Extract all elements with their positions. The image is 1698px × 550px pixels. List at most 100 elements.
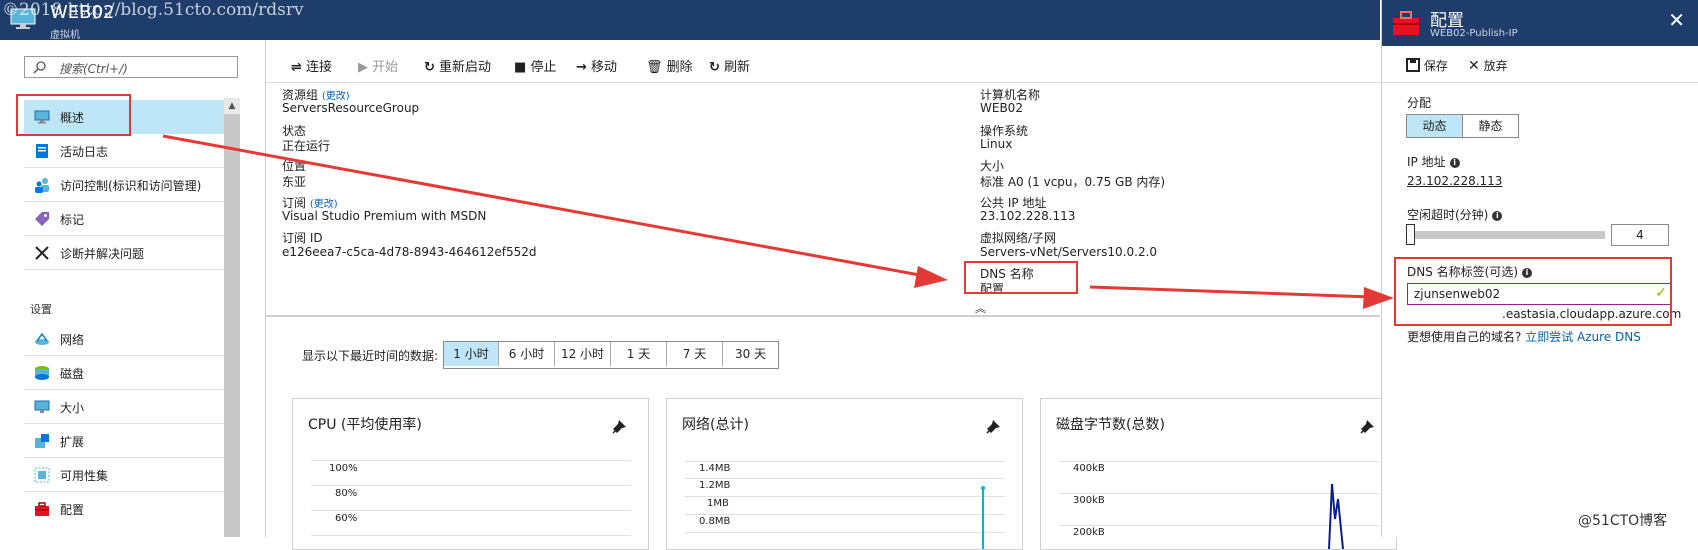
chart-title: 网络(总计) <box>682 417 749 433</box>
time-range-label: 显示以下最近时间的数据: <box>302 349 439 363</box>
gridline <box>311 460 631 461</box>
subscription-value[interactable]: Visual Studio Premium with MSDN <box>282 209 486 223</box>
time-1d-button[interactable]: 1 天 <box>611 342 667 366</box>
time-1h-button[interactable]: 1 小时 <box>444 342 499 366</box>
blade-subtitle: WEB02-Publish-IP <box>1430 28 1518 39</box>
sidebar-item-diagnose[interactable]: 诊断并解决问题 <box>24 236 224 270</box>
gridline <box>685 478 1005 479</box>
public-ip-value[interactable]: 23.102.228.113 <box>980 209 1075 223</box>
pin-icon[interactable] <box>1358 418 1376 436</box>
gridline <box>685 514 1005 515</box>
discard-button[interactable]: ✕ 放弃 <box>1468 57 1508 74</box>
ip-address-value[interactable]: 23.102.228.113 <box>1407 174 1502 188</box>
stop-icon: ■ <box>514 60 527 75</box>
y-tick: 60% <box>335 513 358 524</box>
save-icon <box>1406 58 1420 72</box>
y-tick: 1.2MB <box>699 480 731 491</box>
y-tick: 80% <box>335 488 358 499</box>
network-series-line <box>981 486 985 549</box>
disk-icon <box>35 366 49 380</box>
gridline <box>1059 461 1379 462</box>
idle-timeout-input[interactable]: 4 <box>1611 224 1669 246</box>
sidebar-item-label: 活动日志 <box>60 145 109 159</box>
chart-title: 磁盘字节数(总数) <box>1056 417 1165 433</box>
sidebar-item-access-control[interactable]: 访问控制(标识和访问管理) <box>24 168 224 202</box>
pin-icon[interactable] <box>984 418 1002 436</box>
search-input[interactable]: 搜索(Ctrl+/) <box>24 56 238 78</box>
sidebar-item-availability-set[interactable]: 可用性集 <box>24 458 224 492</box>
computer-name-value: WEB02 <box>980 101 1023 115</box>
azure-dns-link[interactable]: 立即尝试 Azure DNS <box>1525 330 1641 344</box>
gridline <box>685 532 1005 533</box>
size-icon <box>34 400 50 413</box>
highlight-dns-box <box>964 261 1078 294</box>
delete-button[interactable]: 🗑 删除 <box>646 56 693 75</box>
trash-icon: 🗑 <box>646 60 663 75</box>
essentials-divider <box>266 315 1380 317</box>
time-7d-button[interactable]: 7 天 <box>667 342 723 366</box>
location-value: 东亚 <box>282 175 307 189</box>
resource-group-value[interactable]: ServersResourceGroup <box>282 101 419 115</box>
sidebar-item-networking[interactable]: 网络 <box>24 322 224 356</box>
info-icon[interactable]: i <box>1492 210 1503 221</box>
sidebar-scrollbar[interactable] <box>224 98 240 537</box>
sidebar-item-size[interactable]: 大小 <box>24 390 224 424</box>
connect-button[interactable]: ⇌ 连接 <box>291 56 332 75</box>
users-icon <box>35 178 49 193</box>
vnet-value[interactable]: Servers-vNet/Servers10.0.2.0 <box>980 245 1157 259</box>
assignment-dynamic-button[interactable]: 动态 <box>1407 115 1463 137</box>
pin-icon[interactable] <box>610 418 628 436</box>
time-12h-button[interactable]: 12 小时 <box>555 342 611 366</box>
assignment-static-button[interactable]: 静态 <box>1463 115 1518 137</box>
close-icon[interactable]: ✕ <box>1668 8 1685 32</box>
blog-watermark: ©2018 http://blog.51cto.com/rdsrv <box>2 0 304 20</box>
sidebar-item-label: 磁盘 <box>60 367 85 381</box>
location-label: 位置 <box>282 159 307 173</box>
disk-chart-card[interactable]: 磁盘字节数(总数) 400kB 300kB 200kB <box>1040 398 1397 550</box>
restart-button[interactable]: ↻ 重新启动 <box>424 56 491 75</box>
extension-icon <box>35 434 49 448</box>
scroll-up-icon[interactable]: ▲ <box>224 98 240 114</box>
search-placeholder: 搜索(Ctrl+/) <box>59 62 128 76</box>
connect-icon: ⇌ <box>291 60 302 75</box>
disk-series-line <box>1328 483 1344 549</box>
vm-subtitle: 虚拟机 <box>50 30 80 41</box>
move-button[interactable]: → 移动 <box>576 56 617 75</box>
sidebar-item-label: 大小 <box>60 401 85 415</box>
stop-button[interactable]: ■ 停止 <box>514 56 556 75</box>
sidebar-item-configuration[interactable]: 配置 <box>24 492 224 526</box>
y-tick: 200kB <box>1073 527 1105 538</box>
time-30d-button[interactable]: 30 天 <box>723 342 778 366</box>
subscription-id-value: e126eea7-c5ca-4d78-8943-464612ef552d <box>282 245 537 259</box>
highlight-dns-label-box <box>1394 257 1672 326</box>
settings-section-header: 设置 <box>30 303 52 316</box>
network-chart-card[interactable]: 网络(总计) 1.4MB 1.2MB 1MB 0.8MB <box>666 398 1023 550</box>
toolbox-icon <box>1393 11 1419 35</box>
save-button[interactable]: 保存 <box>1406 57 1448 74</box>
y-tick: 0.8MB <box>699 516 731 527</box>
sidebar-item-activity-log[interactable]: 活动日志 <box>24 134 224 168</box>
info-icon[interactable]: i <box>1449 157 1460 168</box>
cpu-chart-card[interactable]: CPU (平均使用率) 100% 80% 60% <box>292 398 649 550</box>
y-tick: 300kB <box>1073 495 1105 506</box>
os-value: Linux <box>980 137 1013 151</box>
sidebar-item-disks[interactable]: 磁盘 <box>24 356 224 390</box>
size-label: 大小 <box>980 159 1005 173</box>
idle-timeout-slider-track[interactable] <box>1407 231 1605 239</box>
highlight-overview-box <box>16 94 131 136</box>
refresh-icon: ↻ <box>709 60 720 75</box>
idle-timeout-slider-thumb[interactable] <box>1406 224 1415 245</box>
gridline <box>685 461 1005 462</box>
refresh-button[interactable]: ↻ 刷新 <box>709 56 750 75</box>
log-icon <box>36 144 48 158</box>
blade-toolbar-divider <box>1382 82 1698 83</box>
sidebar-item-tags[interactable]: 标记 <box>24 202 224 236</box>
chevron-double-up-icon[interactable]: ︽ <box>975 300 986 316</box>
sidebar-item-extensions[interactable]: 扩展 <box>24 424 224 458</box>
tag-icon <box>35 212 49 226</box>
network-icon <box>35 332 49 345</box>
time-range-selector: 1 小时 6 小时 12 小时 1 天 7 天 30 天 <box>443 341 779 369</box>
size-value: 标准 A0 (1 vcpu，0.75 GB 内存) <box>980 175 1166 189</box>
start-button[interactable]: ▶ 开始 <box>358 56 398 75</box>
time-6h-button[interactable]: 6 小时 <box>499 342 555 366</box>
